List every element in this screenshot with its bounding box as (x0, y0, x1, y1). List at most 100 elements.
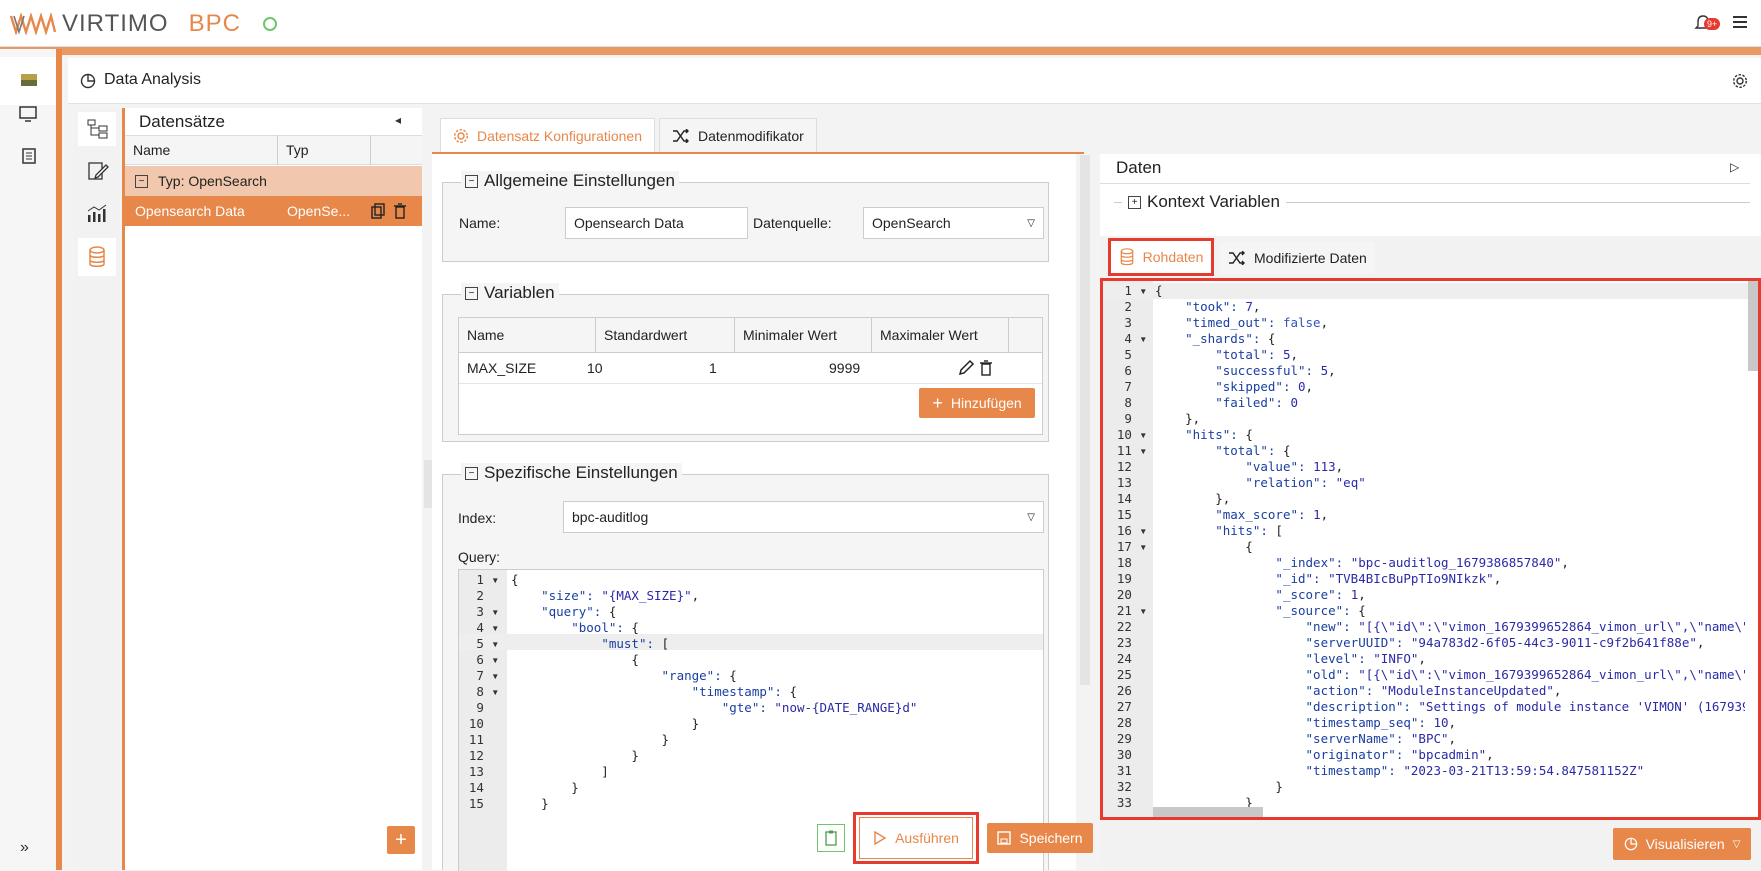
line-number: 25 (1116, 667, 1147, 682)
column-header-name[interactable]: Name (125, 135, 278, 165)
code-line: "level": "INFO", (1305, 651, 1426, 666)
group-row[interactable]: − Typ: OpenSearch (125, 166, 422, 196)
dataset-tool-strip (74, 108, 120, 870)
code-line: "timestamp_seq": 10, (1305, 715, 1457, 730)
code-line: ] (511, 764, 609, 779)
code-line: "_shards": { (1185, 331, 1276, 346)
code-line: } (511, 796, 549, 811)
raw-data-viewer[interactable]: 1 ▾ 2 3 4 ▾ 5 6 7 8 9 10 ▾ 11 ▾ 12 13 14 15 … (1100, 278, 1761, 820)
expand-icon[interactable]: + (1128, 195, 1141, 209)
expand-rail-button[interactable]: » (20, 839, 40, 859)
index-select[interactable]: bpc-auditlog ▽ (563, 501, 1044, 533)
line-number: 19 (1116, 571, 1147, 586)
chart-button[interactable] (78, 196, 116, 230)
delete-icon[interactable] (393, 203, 407, 219)
tab-modified-data[interactable]: Modifizierte Daten (1220, 242, 1375, 274)
visualize-button[interactable]: Visualisieren ▽ (1613, 828, 1751, 860)
context-variables-section[interactable]: + Kontext Variablen (1114, 192, 1750, 212)
dataset-type: OpenSe... (287, 203, 351, 219)
edit-document-icon (88, 162, 109, 180)
tab-label: Rohdaten (1142, 249, 1204, 265)
add-dataset-button[interactable]: + (387, 826, 415, 854)
config-tabs: Datensatz Konfigurationen Datenmodifikat… (440, 118, 817, 153)
brand-logo[interactable]: VIRTIMO BPC (10, 10, 277, 38)
line-number: 8 ▾ (476, 684, 499, 699)
line-number: 23 (1116, 635, 1147, 650)
line-number: 1 ▾ (476, 572, 499, 587)
raw-code[interactable]: { "took": 7, "timed_out": false, "_shard… (1155, 283, 1745, 811)
table-row[interactable]: MAX_SIZE 10 1 9999 (459, 353, 1042, 384)
menu-button[interactable] (1732, 14, 1752, 32)
bar-chart-icon (87, 204, 107, 222)
collapse-panel-button[interactable]: ▷ (1730, 160, 1739, 174)
collapse-group-icon[interactable]: − (135, 174, 148, 188)
specific-settings-legend: − Spezifische Einstellungen (461, 463, 682, 483)
chevron-down-icon: ▽ (1027, 217, 1035, 229)
raw-horizontal-scrollbar[interactable] (1153, 807, 1263, 817)
run-button[interactable]: Ausführen (859, 817, 973, 859)
code-line: "originator": "bpcadmin", (1305, 747, 1494, 762)
column-header[interactable]: Name (459, 318, 596, 352)
raw-vertical-scrollbar[interactable] (1748, 281, 1758, 371)
code-line: "must": [ (601, 636, 670, 651)
clipboard-button[interactable] (817, 824, 845, 852)
collapse-icon[interactable]: − (465, 466, 478, 480)
data-panel-title: Daten (1116, 158, 1162, 177)
query-code[interactable]: { "size": "{MAX_SIZE}", "query": { "bool… (511, 572, 1041, 812)
column-header[interactable]: Standardwert (596, 318, 735, 352)
copy-icon[interactable] (371, 203, 385, 219)
line-number: 28 (1116, 715, 1147, 730)
add-variable-button[interactable]: + Hinzufügen (919, 388, 1035, 418)
column-header[interactable]: Maximaler Wert (872, 318, 1009, 352)
line-number: 20 (1116, 587, 1147, 602)
chevron-down-icon: ▽ (1027, 511, 1035, 523)
collapse-icon[interactable]: − (465, 286, 478, 300)
config-scrollbar[interactable] (1080, 155, 1090, 685)
collapse-panel-button[interactable]: ◂ (395, 113, 401, 127)
datasets-title: Datensätze (139, 112, 225, 131)
code-line: } (511, 716, 700, 731)
name-input[interactable]: Opensearch Data (565, 207, 748, 239)
source-select[interactable]: OpenSearch ▽ (863, 207, 1044, 239)
tab-raw-data[interactable]: Rohdaten (1108, 238, 1214, 276)
delete-icon[interactable] (979, 360, 993, 376)
code-line: "value": 113, (1245, 459, 1344, 474)
rail-item-monitor[interactable] (18, 105, 42, 129)
line-number: 24 (1116, 651, 1147, 666)
var-max: 9999 (829, 360, 861, 376)
var-min: 1 (709, 360, 717, 376)
database-icon (89, 246, 105, 267)
edit-dataset-button[interactable] (78, 154, 116, 188)
dataset-row-selected[interactable]: Opensearch Data OpenSe... (125, 196, 422, 226)
collapse-icon[interactable]: − (465, 174, 478, 188)
tab-label: Modifizierte Daten (1254, 250, 1367, 266)
specific-settings-fieldset: − Spezifische Einstellungen Index: bpc-a… (442, 463, 1049, 871)
document-icon (22, 148, 36, 164)
action-bar: Ausführen Speichern (817, 812, 1093, 864)
gear-icon (453, 128, 469, 144)
column-header-type[interactable]: Typ (278, 135, 371, 165)
rail-item-active[interactable] (0, 57, 56, 105)
tree-view-button[interactable] (78, 112, 116, 146)
splitter-left[interactable] (424, 460, 432, 508)
pencil-icon[interactable] (957, 359, 975, 377)
code-line: "timestamp": { (691, 684, 797, 699)
datasets-panel: Datensätze ◂ Name Typ − Typ: OpenSearch … (122, 108, 422, 870)
line-number: 14 (468, 780, 499, 795)
database-button[interactable] (78, 238, 116, 276)
run-button-highlight: Ausführen (853, 812, 979, 864)
code-line: "range": { (661, 668, 737, 683)
clipboard-icon (825, 830, 837, 846)
gear-icon[interactable] (1732, 73, 1748, 89)
tab-data-modifier[interactable]: Datenmodifikator (659, 118, 817, 153)
notifications-button[interactable]: 9+ (1694, 14, 1722, 36)
save-button[interactable]: Speichern (987, 823, 1093, 853)
tab-dataset-config[interactable]: Datensatz Konfigurationen (440, 118, 655, 153)
index-label: Index: (458, 510, 497, 526)
top-bar: VIRTIMO BPC 9+ (0, 0, 1761, 47)
column-header[interactable]: Minimaler Wert (735, 318, 872, 352)
pie-chart-icon (80, 73, 96, 89)
code-line: "max_score": 1, (1215, 507, 1329, 522)
page-title: Data Analysis (104, 71, 201, 88)
rail-item-document[interactable] (20, 147, 44, 171)
